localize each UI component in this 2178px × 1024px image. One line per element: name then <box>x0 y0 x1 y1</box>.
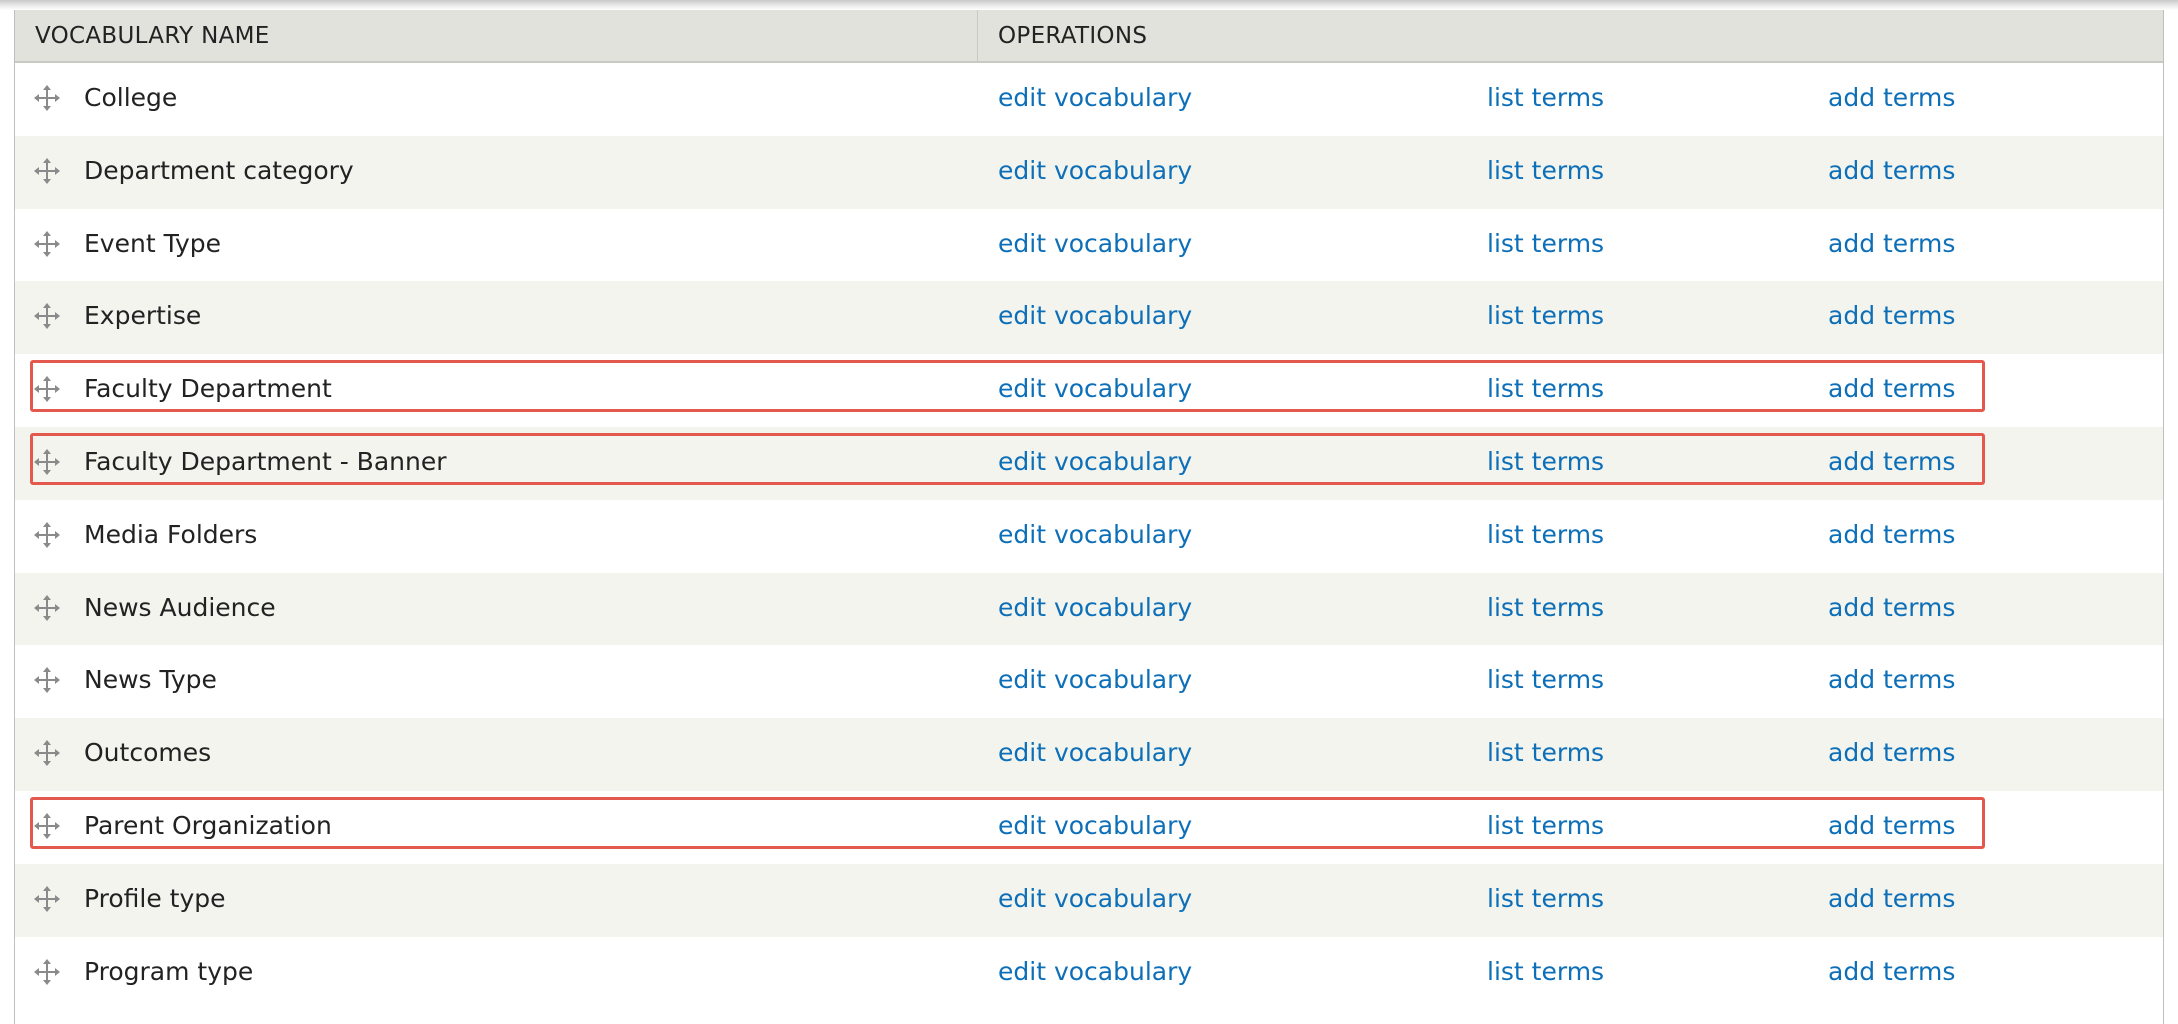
table-row: Faculty Department - Banner edit vocabula… <box>15 426 2163 500</box>
table-row: Event Type edit vocabulary list terms add t… <box>15 208 2163 282</box>
table-row: News Type edit vocabulary list terms add te… <box>15 645 2163 719</box>
add-terms-link[interactable]: add terms <box>1828 884 1955 913</box>
add-terms-link[interactable]: add terms <box>1828 301 1955 330</box>
add-terms-link[interactable]: add terms <box>1828 374 1955 403</box>
list-terms-link[interactable]: list terms <box>1487 593 1604 622</box>
table-row: Outcomes edit vocabulary list terms add ter… <box>15 718 2163 791</box>
table-row: News Audience edit vocabulary list terms ad… <box>15 572 2163 646</box>
table-row: Profile type edit vocabulary list terms add… <box>15 863 2163 937</box>
edit-vocabulary-link[interactable]: edit vocabulary <box>998 520 1192 549</box>
list-terms-link[interactable]: list terms <box>1487 957 1604 986</box>
edit-vocabulary-link[interactable]: edit vocabulary <box>998 738 1192 767</box>
vocabulary-name: Faculty Department <box>84 374 332 404</box>
drag-handle-icon[interactable] <box>34 667 60 694</box>
edit-vocabulary-link[interactable]: edit vocabulary <box>998 665 1192 694</box>
vocabulary-name: News Type <box>84 665 217 695</box>
add-terms-link[interactable]: add terms <box>1828 738 1955 767</box>
drag-handle-icon[interactable] <box>34 85 60 111</box>
list-terms-link[interactable]: list terms <box>1487 447 1604 476</box>
vocabulary-name: Event Type <box>84 228 221 258</box>
table-header: VOCABULARY NAME OPERATIONS <box>15 10 2163 63</box>
table-row: College edit vocabulary list terms add term… <box>15 63 2163 136</box>
list-terms-link[interactable]: list terms <box>1487 520 1604 549</box>
list-terms-link[interactable]: list terms <box>1487 884 1604 913</box>
drag-handle-icon[interactable] <box>34 230 60 257</box>
list-terms-link[interactable]: list terms <box>1487 665 1604 694</box>
drag-handle-icon[interactable] <box>34 303 60 330</box>
vocabulary-name: College <box>84 83 178 112</box>
vocabulary-name: Department category <box>84 155 354 185</box>
add-terms-link[interactable]: add terms <box>1828 156 1955 185</box>
add-terms-link[interactable]: add terms <box>1828 957 1955 986</box>
edit-vocabulary-link[interactable]: edit vocabulary <box>998 374 1192 403</box>
vocabulary-name: Profile type <box>84 883 226 913</box>
header-divider <box>977 10 978 63</box>
table-row: Expertise edit vocabulary list terms add te… <box>15 281 2163 355</box>
drag-handle-icon[interactable] <box>34 740 60 767</box>
table-row: Media Folders edit vocabulary list terms ad… <box>15 499 2163 573</box>
vocabulary-name: News Audience <box>84 592 276 622</box>
vocabulary-name: Faculty Department - Banner <box>84 446 447 476</box>
table-row: Parent Organization edit vocabulary list t… <box>15 790 2163 864</box>
add-terms-link[interactable]: add terms <box>1828 447 1955 476</box>
column-header-vocabulary-name: VOCABULARY NAME <box>35 23 270 49</box>
table-row: Program type edit vocabulary list terms add… <box>15 936 2163 1010</box>
column-header-operations: OPERATIONS <box>998 23 1148 49</box>
vocabulary-name: Parent Organization <box>84 810 332 840</box>
edit-vocabulary-link[interactable]: edit vocabulary <box>998 301 1192 330</box>
add-terms-link[interactable]: add terms <box>1828 229 1955 258</box>
edit-vocabulary-link[interactable]: edit vocabulary <box>998 593 1192 622</box>
drag-handle-icon[interactable] <box>34 958 60 985</box>
list-terms-link[interactable]: list terms <box>1487 811 1604 840</box>
drag-handle-icon[interactable] <box>34 376 60 403</box>
edit-vocabulary-link[interactable]: edit vocabulary <box>998 229 1192 258</box>
vocabulary-name: Expertise <box>84 301 202 331</box>
vocabulary-name: Media Folders <box>84 519 258 549</box>
drag-handle-icon[interactable] <box>34 812 60 839</box>
add-terms-link[interactable]: add terms <box>1828 811 1955 840</box>
add-terms-link[interactable]: add terms <box>1828 520 1955 549</box>
list-terms-link[interactable]: list terms <box>1487 374 1604 403</box>
list-terms-link[interactable]: list terms <box>1487 229 1604 258</box>
add-terms-link[interactable]: add terms <box>1828 593 1955 622</box>
drag-handle-icon[interactable] <box>34 157 60 184</box>
edit-vocabulary-link[interactable]: edit vocabulary <box>998 156 1192 185</box>
edit-vocabulary-link[interactable]: edit vocabulary <box>998 811 1192 840</box>
edit-vocabulary-link[interactable]: edit vocabulary <box>998 957 1192 986</box>
vocabulary-name: Outcomes <box>84 738 212 768</box>
drag-handle-icon[interactable] <box>34 448 60 475</box>
drag-handle-icon[interactable] <box>34 521 60 548</box>
list-terms-link[interactable]: list terms <box>1487 83 1604 112</box>
vocabulary-name: Program type <box>84 956 254 986</box>
list-terms-link[interactable]: list terms <box>1487 301 1604 330</box>
table-body: College edit vocabulary list terms add term… <box>15 63 2163 1010</box>
page-top-shadow <box>0 0 2178 10</box>
edit-vocabulary-link[interactable]: edit vocabulary <box>998 83 1192 112</box>
table-row: Department category edit vocabulary list t… <box>15 135 2163 209</box>
list-terms-link[interactable]: list terms <box>1487 738 1604 767</box>
vocabulary-table: VOCABULARY NAME OPERATIONS College edit v… <box>14 10 2164 1024</box>
edit-vocabulary-link[interactable]: edit vocabulary <box>998 447 1192 476</box>
add-terms-link[interactable]: add terms <box>1828 665 1955 694</box>
drag-handle-icon[interactable] <box>34 594 60 621</box>
add-terms-link[interactable]: add terms <box>1828 83 1955 112</box>
edit-vocabulary-link[interactable]: edit vocabulary <box>998 884 1192 913</box>
list-terms-link[interactable]: list terms <box>1487 156 1604 185</box>
table-row: Faculty Department edit vocabulary list te… <box>15 354 2163 427</box>
drag-handle-icon[interactable] <box>34 885 60 912</box>
